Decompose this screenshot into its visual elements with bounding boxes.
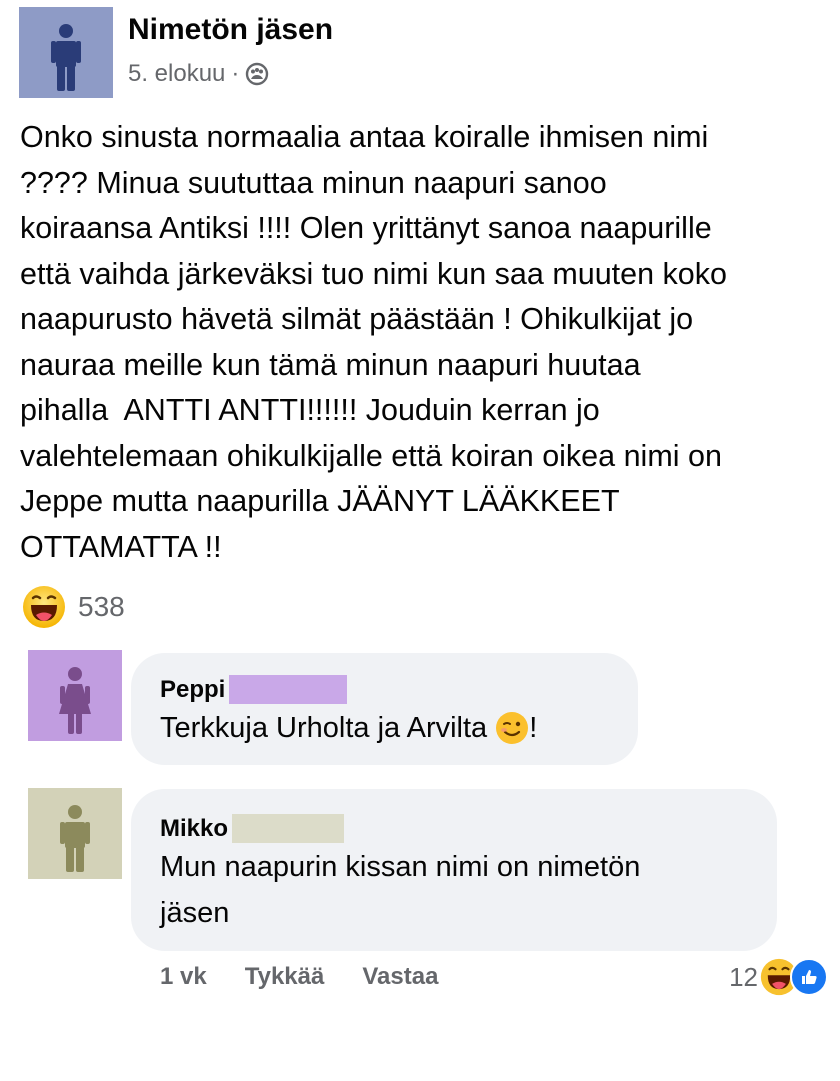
haha-emoji-icon — [23, 586, 65, 628]
redacted-surname — [232, 814, 345, 843]
comment-bubble: Mikko Mun naapurin kissan nimi on nimetö… — [131, 789, 777, 951]
comment-actions: 1 vk Tykkää Vastaa — [160, 963, 438, 991]
reaction-count: 538 — [78, 591, 125, 622]
comment-reactions[interactable]: 12 — [729, 958, 828, 996]
male-figure-icon — [60, 805, 90, 872]
post-date[interactable]: 5. elokuu — [128, 60, 225, 88]
post-text: Onko sinusta normaalia antaa koiralle ih… — [20, 120, 727, 564]
comment-author-name[interactable]: Peppi — [160, 676, 225, 704]
comment-bubble: Peppi Terkkuja Urholta ja Arvilta ! — [131, 653, 638, 765]
group-icon — [245, 62, 269, 86]
post-author-name[interactable]: Nimetön jäsen — [128, 13, 333, 47]
comment-avatar[interactable] — [28, 650, 122, 741]
comment-author-name[interactable]: Mikko — [160, 815, 228, 843]
comment-reaction-count: 12 — [729, 961, 758, 992]
comment-avatar[interactable] — [28, 788, 122, 879]
redacted-surname — [229, 675, 348, 704]
post-author-avatar[interactable] — [19, 7, 113, 98]
comment-author[interactable]: Peppi — [160, 675, 348, 704]
like-button[interactable]: Tykkää — [245, 963, 325, 991]
post-meta: 5. elokuu · — [128, 60, 269, 88]
post-reactions[interactable]: 538 — [22, 585, 125, 629]
comment-text: Terkkuja Urholta ja Arvilta ! — [160, 705, 537, 751]
reply-button[interactable]: Vastaa — [362, 963, 438, 991]
comment-time[interactable]: 1 vk — [160, 963, 207, 991]
like-icon — [790, 958, 828, 996]
wink-emoji-icon — [496, 712, 529, 744]
meta-separator: · — [231, 60, 240, 87]
comment-text-content: Terkkuja Urholta ja Arvilta — [160, 712, 488, 744]
female-figure-icon — [59, 667, 91, 734]
comment-text-suffix: ! — [529, 712, 538, 744]
male-figure-icon — [51, 24, 81, 91]
comment-text: Mun naapurin kissan nimi on nimetön jäse… — [160, 851, 641, 929]
comment-author[interactable]: Mikko — [160, 814, 345, 843]
